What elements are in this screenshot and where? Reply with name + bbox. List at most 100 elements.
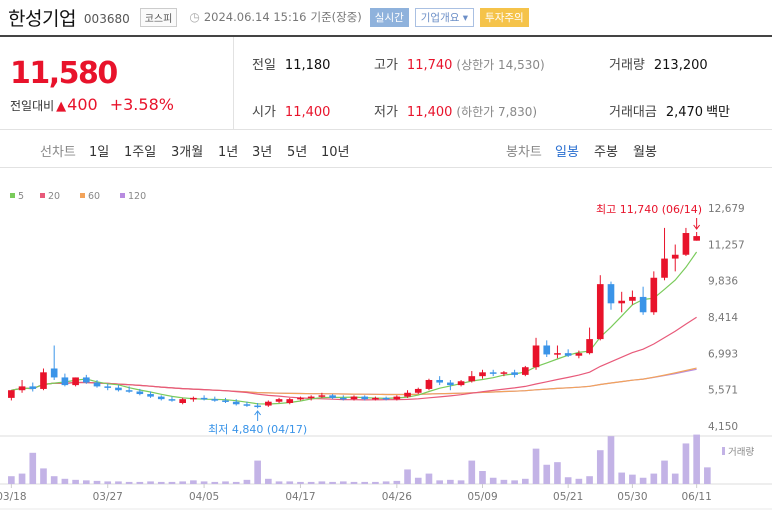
ma120-line — [11, 368, 697, 396]
candle-body — [265, 401, 272, 406]
upper-limit: (상한가 14,530) — [456, 58, 545, 72]
stat-label: 거래량 — [609, 58, 645, 73]
x-tick-label: 04/05 — [189, 491, 219, 503]
volume-bar — [511, 480, 518, 484]
candle-body — [200, 397, 208, 400]
candle-body — [104, 386, 112, 388]
candle-body — [350, 396, 358, 400]
y-tick-label: 5,571 — [708, 385, 738, 397]
tab-10y[interactable]: 10년 — [321, 141, 350, 160]
volume-bar — [200, 481, 208, 484]
stat-value: 11,740 — [406, 58, 453, 73]
volume-bar — [50, 476, 58, 484]
y-tick-label: 9,836 — [708, 276, 738, 288]
stock-header: 한성기업 003680 코스피 ◷ 2024.06.14 15:16 기준(장중… — [0, 0, 772, 34]
candle-body — [479, 372, 486, 377]
tab-1y[interactable]: 1년 — [218, 141, 238, 160]
volume-bar — [222, 481, 229, 484]
candle-body — [522, 367, 529, 375]
x-tick-label: 03/27 — [93, 491, 123, 503]
candle-body — [61, 377, 69, 386]
tab-1w[interactable]: 1주일 — [124, 141, 156, 160]
candle-body — [372, 397, 379, 400]
stat-label: 거래대금 — [609, 105, 657, 120]
volume-bar — [136, 481, 144, 484]
current-price: 11,580 — [10, 56, 118, 91]
stat-volume: 거래량 213,200 — [609, 54, 708, 73]
tab-weekly[interactable]: 주봉 — [594, 141, 618, 160]
legend-swatch — [120, 193, 125, 198]
tab-3m[interactable]: 3개월 — [171, 141, 203, 160]
candle-body — [40, 372, 47, 389]
up-arrow-icon: ▲ — [56, 99, 67, 114]
stat-amount: 거래대금 2,470 백만 — [609, 101, 730, 120]
x-tick-label: 06/11 — [682, 491, 712, 503]
legend-label: 5 — [18, 191, 24, 202]
candle-body — [190, 397, 197, 400]
y-tick-label: 11,257 — [708, 239, 745, 251]
stat-high: 고가 11,740 (상한가 14,530) — [374, 54, 545, 73]
tab-3y[interactable]: 3년 — [252, 141, 272, 160]
volume-bar — [479, 471, 486, 484]
candle-body — [596, 284, 604, 340]
market-badge: 코스피 — [139, 7, 178, 27]
candle-body — [254, 405, 261, 408]
volume-bar — [425, 473, 433, 484]
candle-body — [339, 397, 347, 400]
candle-body — [671, 254, 679, 259]
tab-candle-chart[interactable]: 봉차트 — [506, 141, 542, 160]
candle-body — [564, 353, 572, 356]
candle-body — [468, 376, 476, 382]
volume-bar — [404, 469, 411, 484]
candle-body — [457, 381, 465, 386]
volume-legend-label: 거래량 — [728, 446, 754, 458]
volume-bar — [671, 473, 679, 484]
ma60-line — [11, 367, 697, 396]
candle-body — [297, 397, 304, 400]
stat-value: 11,180 — [284, 58, 331, 73]
volume-bar — [275, 481, 283, 484]
candle-body — [286, 399, 294, 403]
candle-body — [414, 388, 422, 393]
stat-open: 시가 11,400 — [252, 101, 330, 120]
tab-1d[interactable]: 1일 — [89, 141, 109, 160]
volume-bar — [40, 468, 47, 484]
price-chart: 12,679 11,257 9,836 8,414 6,993 5,571 4,150 03/… — [0, 168, 772, 510]
tab-5y[interactable]: 5년 — [287, 141, 307, 160]
volume-bar — [575, 478, 583, 484]
legend-swatch — [40, 193, 45, 198]
volume-bar — [414, 477, 422, 484]
candle-body — [639, 296, 647, 313]
chart-tabs: 선차트 1일 1주일 3개월 1년 3년 5년 10년 봉차트 일봉 주봉 월봉 — [0, 130, 772, 168]
tab-line-chart[interactable]: 선차트 — [40, 141, 76, 160]
volume-bar — [72, 479, 79, 484]
volume-bar — [586, 476, 593, 484]
candle-body — [275, 399, 283, 402]
candle-body — [447, 382, 454, 386]
volume-bar — [307, 481, 315, 484]
volume-bar — [639, 477, 647, 484]
volume-legend-swatch — [722, 447, 725, 455]
volume-bar — [361, 481, 369, 484]
realtime-badge[interactable]: 실시간 — [369, 7, 409, 27]
candle-body — [211, 399, 219, 401]
volume-bar — [629, 474, 636, 484]
stat-label: 고가 — [374, 58, 398, 73]
candle-body — [125, 390, 133, 392]
candle-body — [50, 368, 58, 378]
volume-bar — [318, 481, 326, 484]
change-value: 400 — [67, 95, 98, 114]
candle-body — [179, 399, 186, 403]
high-annotation: 최고 11,740 (06/14) — [596, 203, 702, 216]
stat-value: 213,200 — [653, 58, 708, 73]
candle-body — [650, 277, 658, 313]
tab-monthly[interactable]: 월봉 — [633, 141, 657, 160]
candle-body — [489, 372, 497, 374]
volume-bar — [286, 481, 294, 484]
candle-body — [8, 390, 15, 398]
company-overview-button[interactable]: 기업개요 ▾ — [414, 7, 475, 27]
volume-bar — [18, 473, 26, 484]
volume-bar — [350, 481, 358, 484]
tab-daily[interactable]: 일봉 — [555, 141, 579, 160]
ma5-line — [11, 251, 698, 405]
